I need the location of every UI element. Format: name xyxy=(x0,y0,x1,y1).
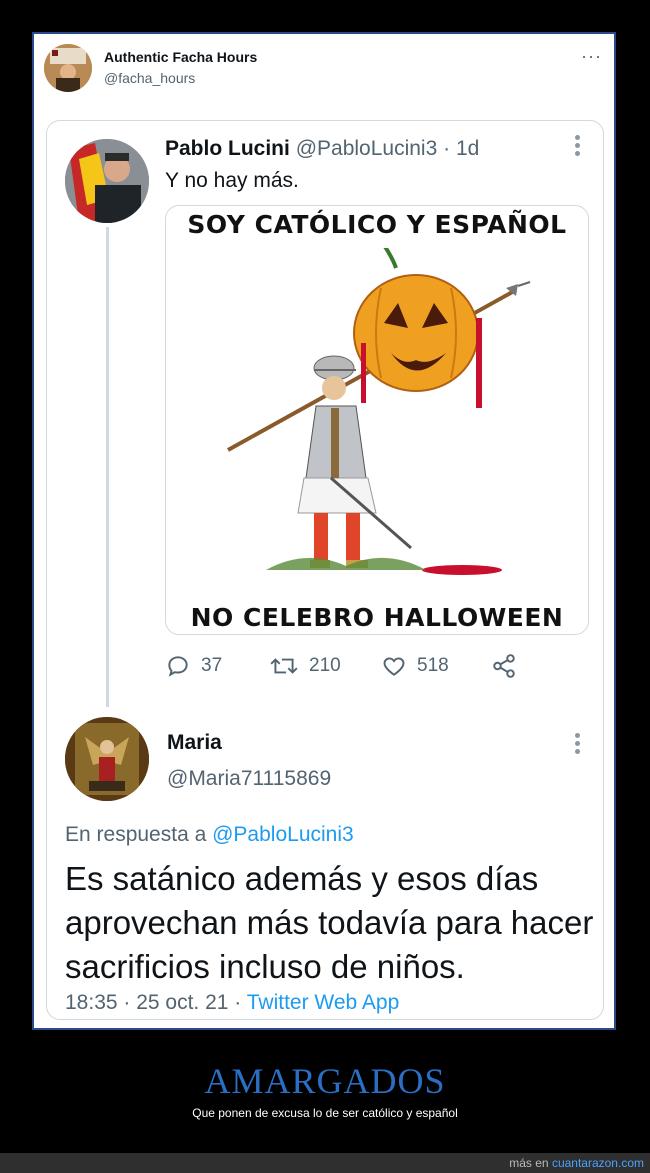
reply-display-name[interactable]: Maria xyxy=(167,731,222,755)
timestamp[interactable]: 18:35 · 25 oct. 21 · xyxy=(65,991,241,1014)
like-action[interactable]: 518 xyxy=(381,653,449,679)
meme-bottom-text: NO CELEBRO HALLOWEEN xyxy=(190,603,564,632)
footer-prefix: más en xyxy=(509,1156,549,1170)
retweet-count: 210 xyxy=(309,655,341,676)
reply-action[interactable]: 37 xyxy=(165,653,222,679)
reply-more-icon[interactable] xyxy=(575,733,581,757)
site-link[interactable]: cuantarazon.com xyxy=(552,1156,644,1170)
tweet-meta: 18:35 · 25 oct. 21 · Twitter Web App xyxy=(65,991,399,1015)
separator: · xyxy=(443,137,451,160)
reply-icon xyxy=(168,656,188,677)
thread-line xyxy=(106,227,109,707)
quoted-display-name[interactable]: Pablo Lucini xyxy=(165,137,290,160)
tweet-age[interactable]: 1d xyxy=(456,137,479,160)
reply-avatar[interactable] xyxy=(65,717,149,801)
caption-title: AMARGADOS xyxy=(204,1061,446,1101)
quoted-header: Pablo Lucini @PabloLucini3 · 1d xyxy=(165,137,479,161)
quoted-avatar[interactable] xyxy=(65,139,149,223)
outer-display-name[interactable]: Authentic Facha Hours xyxy=(104,49,257,65)
retweet-icon xyxy=(270,658,298,674)
share-action[interactable] xyxy=(491,653,517,679)
outer-handle[interactable]: @facha_hours xyxy=(104,70,195,86)
like-count: 518 xyxy=(417,655,449,676)
client-link[interactable]: Twitter Web App xyxy=(247,991,400,1014)
screenshot-card: Authentic Facha Hours @facha_hours ··· P… xyxy=(32,32,616,1030)
quoted-text: Y no hay más. xyxy=(165,169,299,192)
reply-handle[interactable]: @Maria71115869 xyxy=(167,767,331,791)
share-icon xyxy=(493,654,515,678)
more-options-icon[interactable]: ··· xyxy=(581,46,602,67)
footer-text: más en cuantarazon.com xyxy=(509,1156,644,1170)
footer-bar: más en cuantarazon.com xyxy=(0,1153,650,1173)
reply-count: 37 xyxy=(201,655,223,676)
quoted-handle[interactable]: @PabloLucini3 xyxy=(296,137,438,160)
reply-text: Es satánico además y esos días aprovecha… xyxy=(65,860,594,985)
conquistador-pumpkin-illustration xyxy=(227,248,531,575)
reply-prefix: En respuesta a xyxy=(65,823,207,846)
heart-icon xyxy=(383,657,405,676)
retweet-action[interactable]: 210 xyxy=(269,653,341,679)
meme-image[interactable]: SOY CATÓLICO Y ESPAÑOL NO CELEBRO HALLOW… xyxy=(165,205,589,635)
outer-avatar[interactable] xyxy=(44,44,92,92)
tweet-actions: 37 210 518 xyxy=(165,653,595,683)
caption-subtitle: Que ponen de excusa lo de ser católico y… xyxy=(192,1106,458,1120)
quoted-thread[interactable]: Pablo Lucini @PabloLucini3 · 1d Y no hay… xyxy=(46,120,604,1020)
reply-context: En respuesta a @PabloLucini3 xyxy=(65,823,354,847)
reply-target-link[interactable]: @PabloLucini3 xyxy=(212,823,354,846)
meme-top-text: SOY CATÓLICO Y ESPAÑOL xyxy=(187,210,567,239)
more-icon[interactable] xyxy=(575,135,581,159)
